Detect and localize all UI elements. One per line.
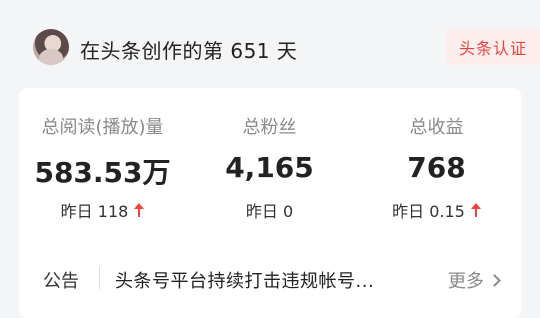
chevron-right-icon: [488, 273, 501, 287]
notice-bar[interactable]: 公告 头条号平台持续打击违规帐号... 更多: [19, 258, 521, 300]
arrow-up-icon: [134, 203, 145, 217]
stat-label: 总收益: [409, 117, 464, 138]
stat-yesterday-text: 昨日 118: [60, 202, 129, 221]
certification-badge[interactable]: 头条认证: [446, 29, 540, 65]
stat-value: 4,165: [225, 151, 314, 184]
stats-card: 总阅读(播放)量 583.53万 昨日 118 总粉丝 4,165 昨日 0 总…: [19, 88, 521, 318]
stat-yesterday: 昨日 118: [19, 198, 186, 222]
more-label: 更多: [448, 271, 484, 292]
stat-value: 583.53万: [34, 156, 171, 189]
divider: [99, 267, 100, 289]
stat-value: 768: [407, 151, 466, 184]
header: 在头条创作的第 651 天 头条认证: [0, 0, 540, 88]
avatar[interactable]: [33, 29, 69, 65]
page-title: 在头条创作的第 651 天: [80, 39, 298, 63]
stat-yesterday-text: 昨日 0: [245, 202, 294, 221]
notice-label: 公告: [43, 271, 79, 292]
stat-label: 总阅读(播放)量: [41, 117, 164, 138]
stat-yesterday: 昨日 0: [186, 198, 353, 222]
more-link[interactable]: 更多: [448, 267, 501, 293]
notice-text[interactable]: 头条号平台持续打击违规帐号...: [115, 267, 374, 293]
stat-yesterday: 昨日 0.15: [353, 198, 520, 222]
arrow-up-icon: [470, 203, 481, 217]
stat-yesterday-text: 昨日 0.15: [392, 202, 465, 221]
stat-label: 总粉丝: [242, 117, 297, 138]
